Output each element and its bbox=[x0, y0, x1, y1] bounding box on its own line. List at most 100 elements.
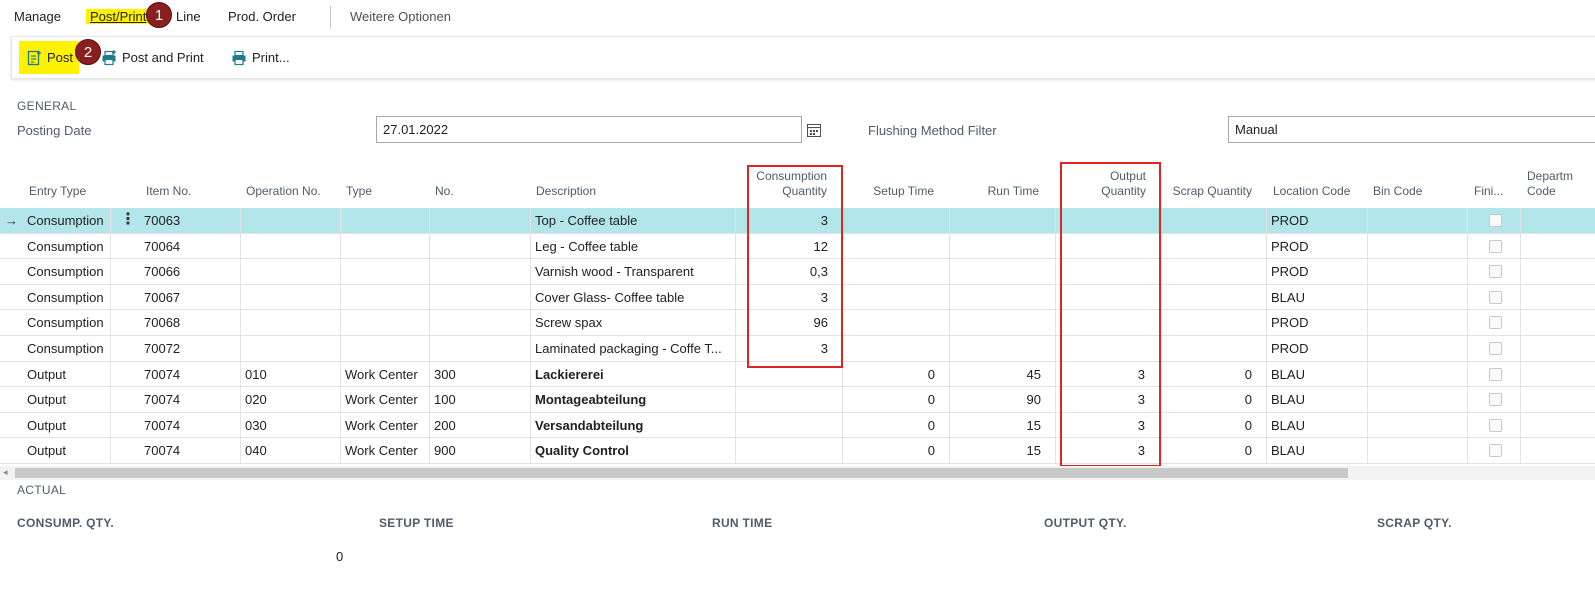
finished-checkbox[interactable] bbox=[1489, 393, 1502, 407]
cell-description[interactable]: Cover Glass- Coffee table bbox=[531, 284, 736, 310]
table-row[interactable]: Output 70074 040 Work Center 900 Quality Cont… bbox=[0, 438, 1595, 464]
cell-operation-no[interactable]: 040 bbox=[241, 438, 341, 464]
menu-post-print[interactable]: Post/Print bbox=[86, 9, 151, 24]
cell-entry-type[interactable]: Consumption bbox=[23, 310, 111, 336]
cell-no[interactable] bbox=[430, 233, 531, 259]
cell-operation-no[interactable] bbox=[241, 284, 341, 310]
cell-run-time[interactable]: 90 bbox=[950, 387, 1056, 413]
cell-consumption-quantity[interactable] bbox=[736, 387, 843, 413]
cell-location-code[interactable]: BLAU bbox=[1267, 412, 1368, 438]
cell-operation-no[interactable] bbox=[241, 310, 341, 336]
cell-entry-type[interactable]: Consumption bbox=[23, 208, 111, 233]
header-scrap-quantity[interactable]: Scrap Quantity bbox=[1160, 152, 1252, 208]
cell-no[interactable]: 200 bbox=[430, 412, 531, 438]
cell-description[interactable]: Screw spax bbox=[531, 310, 736, 336]
menu-prod-order[interactable]: Prod. Order bbox=[228, 9, 296, 24]
chevron-left-icon[interactable]: ◂ bbox=[3, 467, 8, 478]
header-entry-type[interactable]: Entry Type bbox=[29, 152, 139, 208]
cell-operation-no[interactable] bbox=[241, 336, 341, 361]
cell-entry-type[interactable]: Output bbox=[23, 438, 111, 464]
cell-setup-time[interactable] bbox=[843, 208, 950, 233]
cell-run-time[interactable]: 15 bbox=[950, 438, 1056, 464]
cell-location-code[interactable]: PROD bbox=[1267, 336, 1368, 361]
table-row[interactable]: Output 70074 020 Work Center 100 Montageabtei… bbox=[0, 387, 1595, 413]
finished-checkbox[interactable] bbox=[1489, 316, 1502, 330]
cell-setup-time[interactable]: 0 bbox=[843, 438, 950, 464]
cell-description[interactable]: Top - Coffee table bbox=[531, 208, 736, 233]
cell-no[interactable] bbox=[430, 208, 531, 233]
cell-item-no[interactable]: 70074 bbox=[140, 361, 241, 387]
cell-description[interactable]: Leg - Coffee table bbox=[531, 233, 736, 259]
cell-scrap-quantity[interactable]: 0 bbox=[1160, 387, 1267, 413]
cell-setup-time[interactable] bbox=[843, 284, 950, 310]
cell-scrap-quantity[interactable]: 0 bbox=[1160, 438, 1267, 464]
cell-bin-code[interactable] bbox=[1368, 208, 1468, 233]
cell-entry-type[interactable]: Output bbox=[23, 387, 111, 413]
cell-description[interactable]: Versandabteilung bbox=[531, 412, 736, 438]
print-button[interactable]: Print... bbox=[231, 41, 290, 74]
menu-line[interactable]: Line bbox=[176, 9, 201, 24]
cell-description[interactable]: Varnish wood - Transparent bbox=[531, 259, 736, 285]
cell-bin-code[interactable] bbox=[1368, 233, 1468, 259]
cell-no[interactable]: 300 bbox=[430, 361, 531, 387]
cell-item-no[interactable]: 70064 bbox=[140, 233, 241, 259]
cell-location-code[interactable]: BLAU bbox=[1267, 284, 1368, 310]
cell-no[interactable] bbox=[430, 336, 531, 361]
cell-scrap-quantity[interactable] bbox=[1160, 233, 1267, 259]
cell-setup-time[interactable] bbox=[843, 336, 950, 361]
cell-location-code[interactable]: BLAU bbox=[1267, 438, 1368, 464]
header-no[interactable]: No. bbox=[435, 152, 525, 208]
cell-item-no[interactable]: 70063 bbox=[140, 208, 241, 233]
cell-item-no[interactable]: 70074 bbox=[140, 412, 241, 438]
cell-entry-type[interactable]: Output bbox=[23, 412, 111, 438]
cell-no[interactable]: 900 bbox=[430, 438, 531, 464]
cell-description[interactable]: Montageabteilung bbox=[531, 387, 736, 413]
finished-checkbox[interactable] bbox=[1489, 418, 1502, 432]
cell-operation-no[interactable] bbox=[241, 259, 341, 285]
cell-location-code[interactable]: BLAU bbox=[1267, 361, 1368, 387]
cell-run-time[interactable] bbox=[950, 336, 1056, 361]
cell-item-no[interactable]: 70066 bbox=[140, 259, 241, 285]
cell-scrap-quantity[interactable] bbox=[1160, 310, 1267, 336]
cell-operation-no[interactable]: 030 bbox=[241, 412, 341, 438]
cell-run-time[interactable] bbox=[950, 233, 1056, 259]
cell-type[interactable] bbox=[341, 284, 430, 310]
header-run-time[interactable]: Run Time bbox=[950, 152, 1039, 208]
header-finished[interactable]: Fini... bbox=[1474, 152, 1514, 208]
cell-scrap-quantity[interactable]: 0 bbox=[1160, 361, 1267, 387]
menu-more-options[interactable]: Weitere Optionen bbox=[350, 9, 451, 24]
cell-setup-time[interactable]: 0 bbox=[843, 387, 950, 413]
cell-run-time[interactable]: 45 bbox=[950, 361, 1056, 387]
cell-operation-no[interactable] bbox=[241, 233, 341, 259]
menu-manage[interactable]: Manage bbox=[14, 9, 61, 24]
cell-bin-code[interactable] bbox=[1368, 412, 1468, 438]
cell-scrap-quantity[interactable] bbox=[1160, 208, 1267, 233]
finished-checkbox[interactable] bbox=[1489, 444, 1502, 458]
finished-checkbox[interactable] bbox=[1489, 265, 1502, 279]
cell-entry-type[interactable]: Consumption bbox=[23, 259, 111, 285]
cell-type[interactable]: Work Center bbox=[341, 387, 430, 413]
cell-consumption-quantity[interactable] bbox=[736, 412, 843, 438]
cell-setup-time[interactable] bbox=[843, 310, 950, 336]
cell-setup-time[interactable]: 0 bbox=[843, 412, 950, 438]
cell-entry-type[interactable]: Consumption bbox=[23, 233, 111, 259]
cell-bin-code[interactable] bbox=[1368, 438, 1468, 464]
cell-no[interactable] bbox=[430, 284, 531, 310]
calendar-icon[interactable] bbox=[802, 116, 826, 143]
cell-type[interactable]: Work Center bbox=[341, 438, 430, 464]
cell-location-code[interactable]: PROD bbox=[1267, 233, 1368, 259]
cell-type[interactable] bbox=[341, 310, 430, 336]
cell-bin-code[interactable] bbox=[1368, 387, 1468, 413]
more-vertical-icon[interactable]: ⋮ bbox=[120, 208, 136, 232]
cell-type[interactable]: Work Center bbox=[341, 412, 430, 438]
cell-bin-code[interactable] bbox=[1368, 259, 1468, 285]
cell-operation-no[interactable] bbox=[241, 208, 341, 233]
cell-bin-code[interactable] bbox=[1368, 310, 1468, 336]
header-setup-time[interactable]: Setup Time bbox=[845, 152, 934, 208]
cell-operation-no[interactable]: 020 bbox=[241, 387, 341, 413]
cell-type[interactable] bbox=[341, 233, 430, 259]
cell-bin-code[interactable] bbox=[1368, 336, 1468, 361]
cell-item-no[interactable]: 70074 bbox=[140, 438, 241, 464]
cell-entry-type[interactable]: Consumption bbox=[23, 284, 111, 310]
post-and-print-button[interactable]: Post and Print bbox=[101, 41, 204, 74]
